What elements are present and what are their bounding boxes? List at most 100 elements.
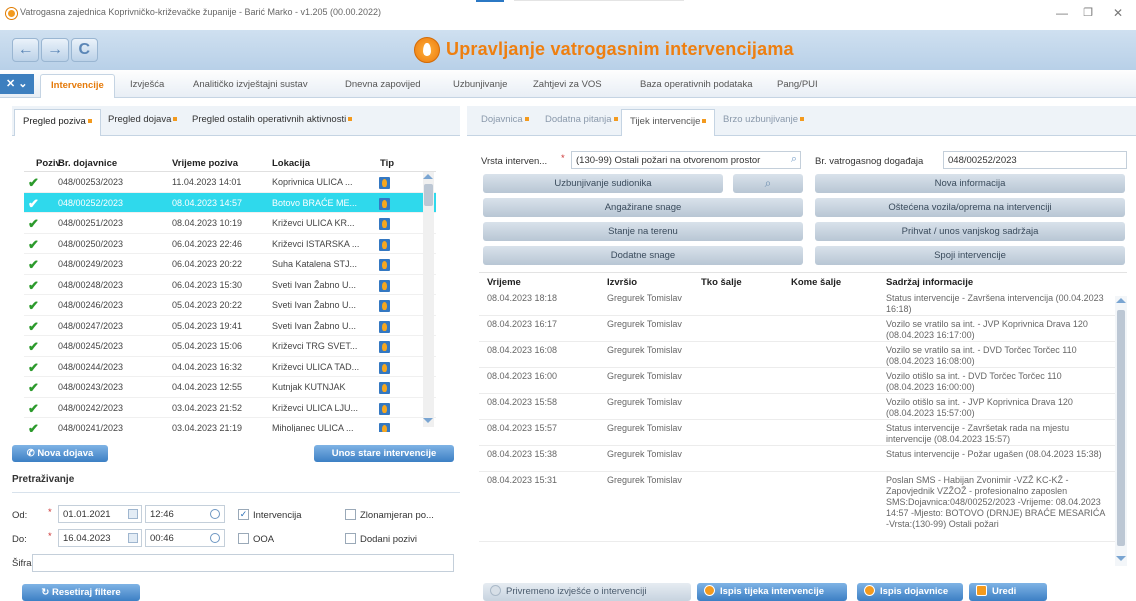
nova-dojava-button[interactable]: ✆ Nova dojava [12,445,108,462]
calendar-icon[interactable] [128,533,138,543]
table-row[interactable]: ✔ 048/00247/2023 05.04.2023 19:41 Sveti Iva… [24,316,436,336]
menu-intervencije[interactable]: Intervencije [40,74,115,98]
search-icon[interactable]: ⌕ [791,153,797,166]
vrsta-intervencije-field[interactable]: (130-99) Ostali požari na otvorenom pros… [571,151,801,169]
od-date-field[interactable]: 01.01.2021 [58,505,142,523]
fire-type-icon [379,300,390,312]
ooa-checkbox[interactable] [238,533,249,544]
col-izvrsio[interactable]: Izvršio [607,277,637,288]
table-row[interactable]: 08.04.2023 16:00 Gregurek Tomislav Vozilo … [479,368,1127,394]
col-kome-salje[interactable]: Kome šalje [791,277,841,288]
refresh-button[interactable]: C [70,38,98,62]
close-icon[interactable]: ✕ [1110,6,1126,20]
resetiraj-filtere-button[interactable]: ↻ Resetiraj filtere [22,584,140,601]
prihvat-vanjskog-button[interactable]: Prihvat / unos vanjskog sadržaja [815,222,1125,241]
uredi-button[interactable]: Uredi [969,583,1047,601]
table-row[interactable]: ✔ 048/00241/2023 03.04.2023 21:19 Miholjane… [24,418,436,432]
angazirane-snage-button[interactable]: Angažirane snage [483,198,803,217]
calls-table-header: Poziv Br. dojavnice Vrijeme poziva Lokac… [24,154,436,172]
menu-pang-pui[interactable]: Pang/PUI [777,79,818,90]
col-tip[interactable]: Tip [380,158,394,169]
tab-pregled-dojava[interactable]: Pregled dojava [108,114,178,125]
row-vrijeme-poziva: 04.04.2023 16:32 [172,361,243,372]
tab-pregled-ostalih[interactable]: Pregled ostalih operativnih aktivnosti [192,114,353,125]
table-row[interactable]: ✔ 048/00244/2023 04.04.2023 16:32 Križevci … [24,357,436,377]
ispis-dojavnice-button[interactable]: Ispis dojavnice [857,583,963,601]
tab-dojavnica[interactable]: Dojavnica [481,114,529,125]
tab-brzo-uzbunjivanje[interactable]: Brzo uzbunjivanje [723,114,804,125]
search-button[interactable]: ⌕ [733,174,803,193]
table-row[interactable]: 08.04.2023 16:08 Gregurek Tomislav Vozilo … [479,342,1127,368]
table-row[interactable]: ✔ 048/00249/2023 06.04.2023 20:22 Suha Kata… [24,254,436,275]
od-time-field[interactable]: 12:46 [145,505,225,523]
col-vrijeme[interactable]: Vrijeme [487,277,521,288]
stanje-na-terenu-button[interactable]: Stanje na terenu [483,222,803,241]
tab-dodatna-pitanja[interactable]: Dodatna pitanja [545,114,618,125]
clock-icon[interactable] [210,509,220,519]
fire-type-icon [379,197,390,210]
menu-baza-operativnih[interactable]: Baza operativnih podataka [640,79,753,90]
table-row[interactable]: 08.04.2023 15:38 Gregurek Tomislav Status … [479,446,1127,472]
col-sadrzaj[interactable]: Sadržaj informacije [886,277,973,288]
minimize-icon[interactable]: — [1054,6,1070,20]
calls-scroll-thumb[interactable] [424,184,433,206]
dodatne-snage-button[interactable]: Dodatne snage [483,246,803,265]
tab-pregled-poziva[interactable]: Pregled poziva [14,109,101,136]
nova-informacija-button[interactable]: Nova informacija [815,174,1125,193]
calendar-icon[interactable] [128,509,138,519]
br-dogadaja-field[interactable]: 048/00252/2023 [943,151,1127,169]
menu-zahtjevi-vos[interactable]: Zahtjevi za VOS [533,79,602,90]
col-tko-salje[interactable]: Tko šalje [701,277,742,288]
table-row[interactable]: ✔ 048/00248/2023 06.04.2023 15:30 Sveti Iva… [24,275,436,295]
do-date-field[interactable]: 16.04.2023 [58,529,142,547]
taskbar-tab-highlight [476,0,504,2]
ispis-tijeka-button[interactable]: Ispis tijeka intervencije [697,583,847,601]
fire-type-icon [379,218,390,230]
menu-analiticko[interactable]: Analitičko izvještajni sustav [193,79,308,90]
menu-uzbunjivanje[interactable]: Uzbunjivanje [453,79,507,90]
spoji-intervencije-button[interactable]: Spoji intervencije [815,246,1125,265]
unos-stare-button[interactable]: Unos stare intervencije [314,445,454,462]
privremeno-izvjesce-button[interactable]: Privremeno izvješće o intervenciji [483,583,691,601]
table-row[interactable]: ✔ 048/00246/2023 05.04.2023 20:22 Sveti Iva… [24,295,436,316]
forward-button[interactable]: → [41,38,69,62]
tijek-scrollbar[interactable] [1115,296,1127,566]
calls-scrollbar[interactable] [423,172,434,427]
table-row[interactable]: ✔ 048/00243/2023 04.04.2023 12:55 Kutnjak K… [24,377,436,398]
zlonamjeran-checkbox[interactable] [345,509,356,520]
scroll-down-icon[interactable] [1116,556,1126,561]
intervencija-checkbox[interactable]: ✓ [238,509,249,520]
table-row[interactable]: ✔ 048/00252/2023 08.04.2023 14:57 Botovo BR… [24,192,436,213]
col-br-dojavnice[interactable]: Br. dojavnice [58,158,117,169]
scroll-up-icon[interactable] [1116,298,1126,303]
row-vrijeme: 08.04.2023 16:17 [487,319,558,329]
maximize-icon[interactable]: ❐ [1080,6,1096,19]
table-row[interactable]: ✔ 048/00242/2023 03.04.2023 21:52 Križevci … [24,398,436,418]
uzbunjivanje-sudionika-button[interactable]: Uzbunjivanje sudionika [483,174,723,193]
table-row[interactable]: ✔ 048/00251/2023 08.04.2023 10:19 Križevci … [24,213,436,234]
table-row[interactable]: ✔ 048/00253/2023 11.04.2023 14:01 Koprivnic… [24,172,436,193]
table-row[interactable]: 08.04.2023 15:57 Gregurek Tomislav Status … [479,420,1127,446]
tools-menu-icon[interactable]: ✕ ⌄ [0,74,34,94]
back-button[interactable]: ← [12,38,40,62]
table-row[interactable]: ✔ 048/00250/2023 06.04.2023 22:46 Križevci … [24,234,436,254]
do-time-field[interactable]: 00:46 [145,529,225,547]
clock-icon[interactable] [210,533,220,543]
scroll-down-icon[interactable] [423,418,433,423]
col-lokacija[interactable]: Lokacija [272,158,310,169]
tijek-scroll-thumb[interactable] [1117,310,1125,546]
menu-izvjesca[interactable]: Izvješća [130,79,164,90]
sifra-input[interactable] [32,554,454,572]
ostecena-vozila-button[interactable]: Oštećena vozila/oprema na intervenciji [815,198,1125,217]
table-row[interactable]: ✔ 048/00245/2023 05.04.2023 15:06 Križevci … [24,336,436,357]
menu-dnevna-zapovijed[interactable]: Dnevna zapovijed [345,79,421,90]
table-row[interactable]: 08.04.2023 18:18 Gregurek Tomislav Status … [479,290,1127,316]
scroll-up-icon[interactable] [423,174,433,179]
col-vrijeme-poziva[interactable]: Vrijeme poziva [172,158,238,169]
table-row[interactable]: 08.04.2023 16:17 Gregurek Tomislav Vozilo … [479,316,1127,342]
intervencija-label: Intervencija [253,510,302,521]
table-row[interactable]: 08.04.2023 15:31 Gregurek Tomislav Poslan … [479,472,1127,542]
table-row[interactable]: 08.04.2023 15:58 Gregurek Tomislav Vozilo … [479,394,1127,420]
dodani-pozivi-checkbox[interactable] [345,533,356,544]
tab-tijek-intervencije[interactable]: Tijek intervencije [621,109,716,136]
